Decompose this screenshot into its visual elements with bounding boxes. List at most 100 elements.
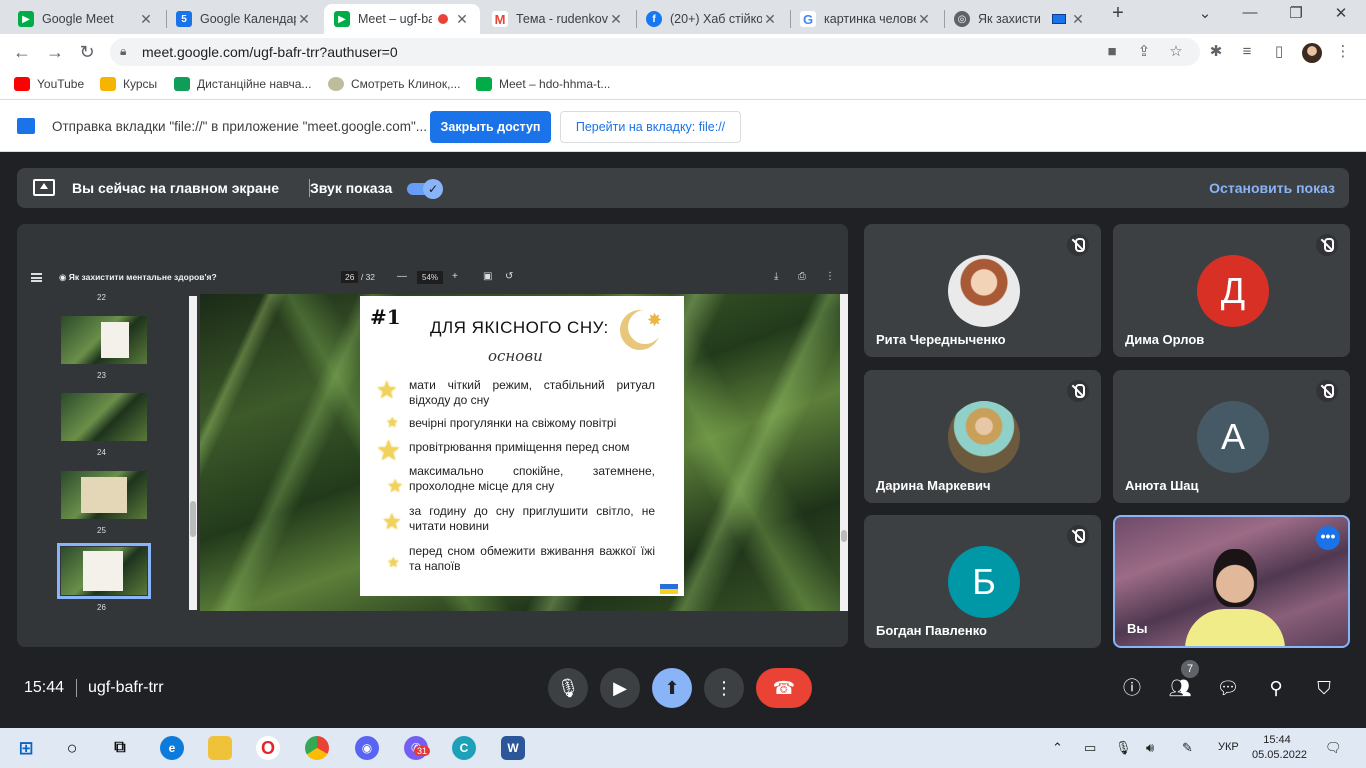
check-icon: ✓: [423, 179, 443, 199]
close-icon[interactable]: ✕: [608, 11, 624, 28]
discord-icon[interactable]: ◉: [355, 736, 379, 760]
media-control-icon[interactable]: ≡: [1238, 44, 1256, 60]
participant-tile[interactable]: Б Богдан Павленко: [864, 515, 1101, 648]
bookmark-youtube[interactable]: YouTube: [14, 77, 84, 91]
tab-facebook[interactable]: f (20+) Хаб стійкос ✕: [636, 4, 788, 34]
more-options-icon[interactable]: •••: [1316, 526, 1340, 550]
more-vert-icon[interactable]: ⋮: [1334, 44, 1352, 60]
people-icon[interactable]: 👥︎: [1168, 676, 1192, 700]
microphone-icon[interactable]: 🎙︎: [1115, 740, 1132, 756]
taskbar-date: 05.05.2022: [1252, 749, 1308, 761]
tab-pdf[interactable]: ◎ Як захисти ✕: [944, 4, 1096, 34]
bookmark-meet[interactable]: Meet – hdo-hhma-t...: [476, 77, 610, 91]
file-explorer-icon[interactable]: [208, 736, 232, 760]
chat-icon[interactable]: 💬︎: [1216, 676, 1240, 700]
self-video-tile[interactable]: ••• Вы: [1113, 515, 1350, 648]
stop-presenting-button[interactable]: Остановить показ: [1209, 180, 1335, 196]
star-icon: ★: [387, 476, 404, 496]
bookmark-distance-learning[interactable]: Дистанційне навча...: [174, 77, 311, 91]
page-number-input[interactable]: 26: [341, 271, 359, 283]
camera-button[interactable]: ▶: [600, 668, 640, 708]
slide-number: #1: [370, 305, 401, 329]
leave-call-button[interactable]: ☎: [756, 668, 812, 708]
pen-icon[interactable]: ✎: [1182, 740, 1193, 756]
presentation-sound-toggle[interactable]: ✓: [407, 179, 445, 199]
download-icon[interactable]: ⤓: [774, 271, 778, 282]
side-panel-icon[interactable]: ▯: [1270, 44, 1288, 60]
activities-icon[interactable]: ⚲: [1264, 676, 1288, 700]
url-text: meet.google.com/ugf-bafr-trr?authuser=0: [142, 44, 398, 60]
thumbnail-page-23[interactable]: [61, 316, 147, 364]
thumbnail-page-24[interactable]: [61, 393, 147, 441]
forward-icon[interactable]: →: [45, 42, 65, 62]
notifications-icon[interactable]: 🗨︎: [1325, 740, 1342, 756]
task-view-icon[interactable]: ⧉: [108, 736, 132, 760]
close-icon[interactable]: ✕: [916, 11, 932, 28]
language-indicator[interactable]: УКР: [1218, 741, 1239, 753]
battery-icon[interactable]: ▭: [1084, 740, 1096, 756]
more-options-button[interactable]: ⋮: [704, 668, 744, 708]
menu-icon[interactable]: [31, 273, 42, 282]
windows-start-icon[interactable]: ⊞: [14, 736, 38, 760]
tab-google-calendar[interactable]: 5 Google Календарь ✕: [166, 4, 322, 34]
bookmark-star-icon[interactable]: ☆: [1167, 44, 1185, 60]
go-to-tab-button[interactable]: Перейти на вкладку: file://: [560, 111, 741, 143]
bookmark-kursy[interactable]: Курсы: [100, 77, 157, 91]
host-controls-icon[interactable]: ⛉: [1312, 676, 1336, 700]
thumbnail-page-26[interactable]: [57, 543, 151, 599]
tab-gmail[interactable]: M Тема - rudenkova ✕: [482, 4, 634, 34]
stop-sharing-button[interactable]: Закрыть доступ: [430, 111, 551, 143]
chrome-icon[interactable]: [305, 736, 329, 760]
address-bar[interactable]: 🔒︎ meet.google.com/ugf-bafr-trr?authuser…: [110, 38, 1200, 66]
tab-search-icon[interactable]: ⌄: [1195, 4, 1215, 22]
thumbnail-page-25[interactable]: [61, 471, 147, 519]
participant-tile[interactable]: Рита Чередныченко: [864, 224, 1101, 357]
fit-page-icon[interactable]: ▣: [483, 271, 492, 282]
close-window-button[interactable]: ✕: [1331, 4, 1351, 22]
tab-google-meet[interactable]: ▶ Google Meet ✕: [8, 4, 164, 34]
word-icon[interactable]: W: [501, 736, 525, 760]
print-icon[interactable]: ⎙: [798, 271, 806, 282]
tab-meet-active[interactable]: ▶ Meet – ugf-bafr-trr ✕: [324, 4, 480, 34]
extensions-icon[interactable]: ✱: [1207, 44, 1225, 60]
info-icon[interactable]: ⓘ: [1120, 676, 1144, 700]
participant-tile[interactable]: А Анюта Шац: [1113, 370, 1350, 503]
close-icon[interactable]: ✕: [762, 11, 778, 28]
volume-icon[interactable]: 🔊︎: [1146, 740, 1154, 756]
zoom-level[interactable]: 54%: [417, 271, 444, 284]
mic-button[interactable]: 🎙︎: [548, 668, 588, 708]
chevron-up-icon[interactable]: ⌃: [1052, 740, 1063, 756]
tab-title: Google Meet: [42, 12, 114, 26]
avatar[interactable]: [1302, 43, 1322, 63]
close-icon[interactable]: ✕: [454, 11, 470, 28]
participant-tile[interactable]: Дарина Маркевич: [864, 370, 1101, 503]
search-icon[interactable]: ○: [60, 736, 84, 760]
thumbnail-scrollbar[interactable]: [189, 296, 197, 610]
bookmark-label: Дистанційне навча...: [197, 77, 312, 91]
rotate-icon[interactable]: ↺: [505, 271, 513, 282]
opera-icon[interactable]: O: [256, 736, 280, 760]
participant-tile[interactable]: Д Дима Орлов: [1113, 224, 1350, 357]
close-icon[interactable]: ✕: [296, 11, 312, 28]
new-tab-button[interactable]: +: [1108, 2, 1128, 25]
restore-button[interactable]: ❐: [1286, 4, 1306, 22]
close-icon[interactable]: ✕: [138, 11, 154, 28]
tab-google-search[interactable]: G картинка челове ✕: [790, 4, 942, 34]
close-icon[interactable]: ✕: [1070, 11, 1086, 28]
back-icon[interactable]: ←: [12, 42, 32, 62]
zoom-out-icon[interactable]: —: [397, 271, 407, 282]
more-vert-icon[interactable]: ⋮: [825, 271, 835, 282]
reload-icon[interactable]: ↻: [77, 42, 97, 62]
zoom-in-icon[interactable]: +: [452, 271, 458, 282]
share-icon[interactable]: ⇪: [1135, 44, 1153, 60]
slide-item: за годину до сну приглушити світло, не ч…: [409, 504, 655, 533]
page-scrollbar[interactable]: [840, 294, 848, 611]
collaboration-app-icon[interactable]: C: [452, 736, 476, 760]
edge-icon[interactable]: e: [160, 736, 184, 760]
bookmark-klinok[interactable]: Смотреть Клинок,...: [328, 77, 460, 91]
viber-badge: 31: [414, 746, 431, 756]
taskbar-clock[interactable]: 15:44 05.05.2022: [1252, 733, 1308, 763]
camera-in-use-icon[interactable]: ■: [1103, 44, 1121, 60]
present-button[interactable]: ⬆: [652, 668, 692, 708]
minimize-button[interactable]: —: [1240, 4, 1260, 21]
